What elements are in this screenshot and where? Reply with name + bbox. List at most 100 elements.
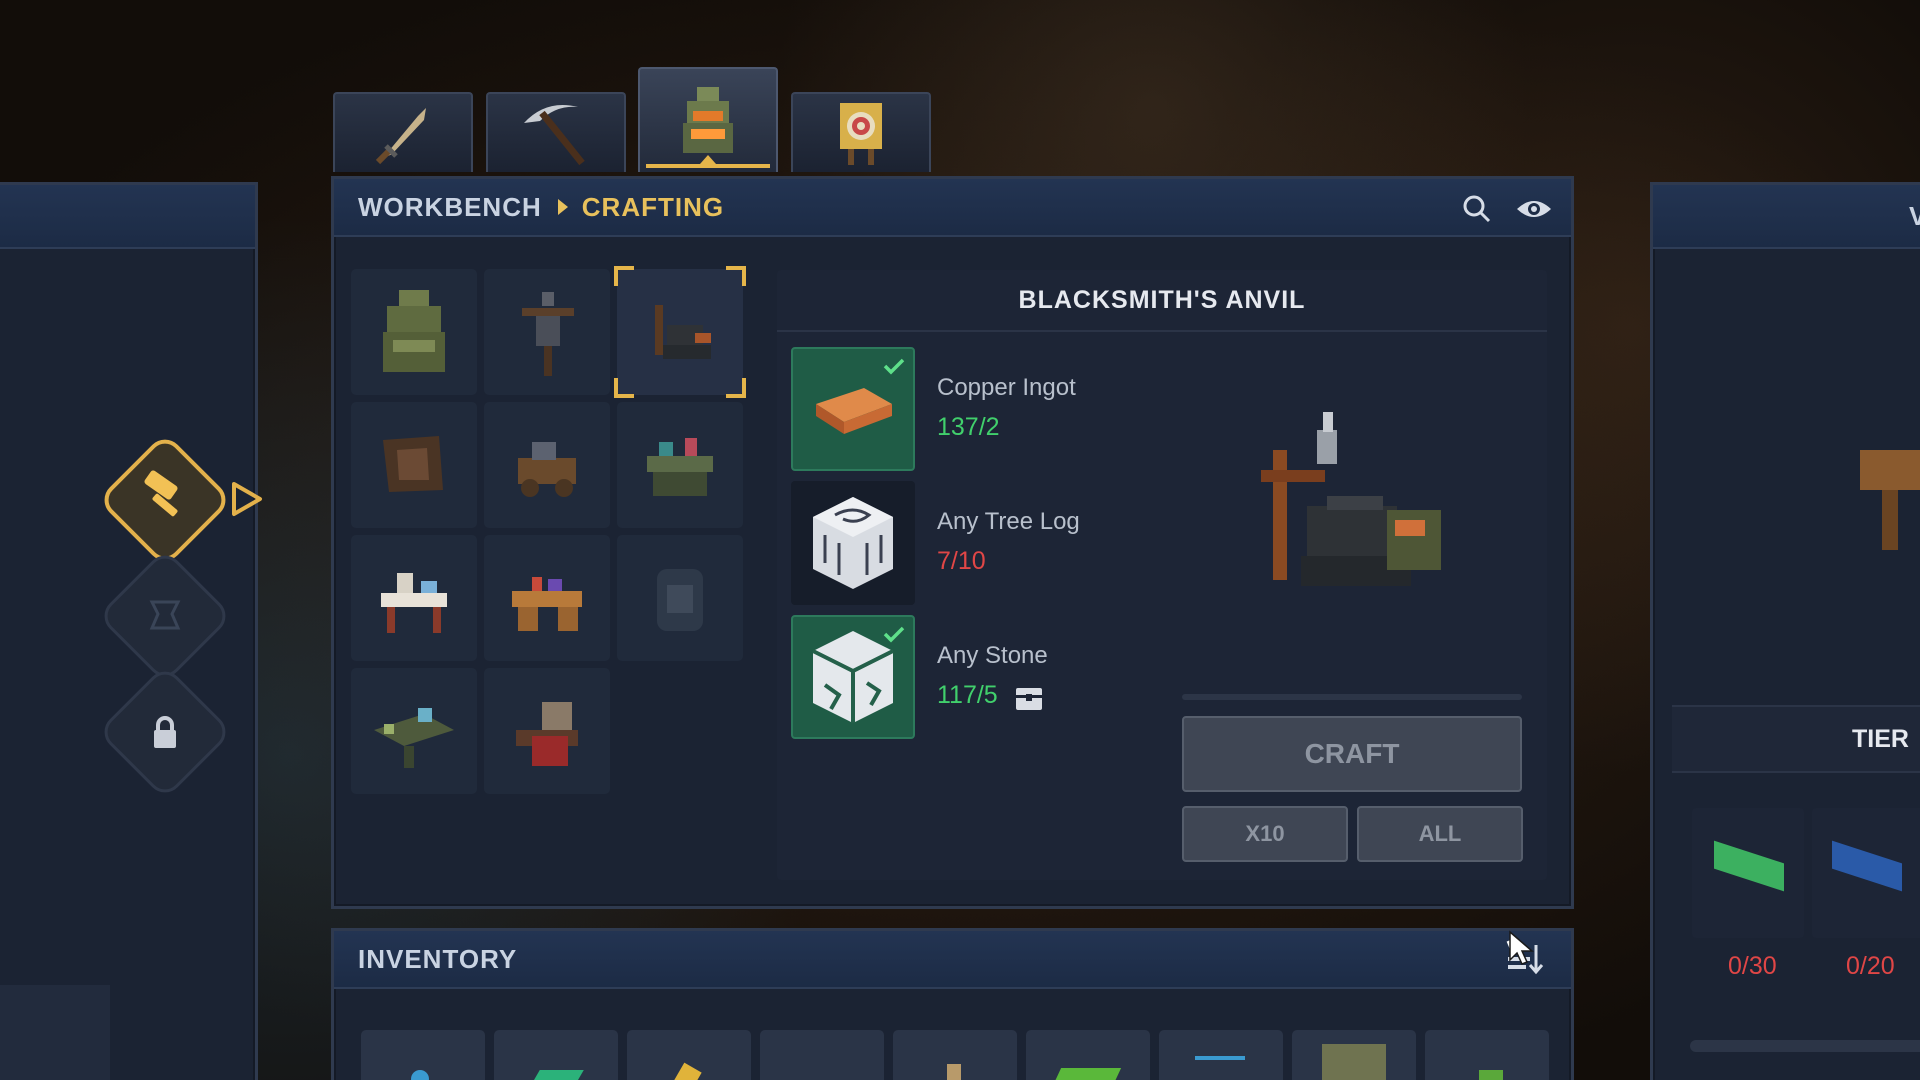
check-icon bbox=[883, 626, 905, 643]
craft-progress-bar bbox=[1182, 694, 1522, 700]
expand-arrow-icon[interactable] bbox=[230, 480, 264, 518]
totem-icon bbox=[149, 600, 181, 630]
tab-weapons[interactable] bbox=[333, 92, 473, 172]
furnace-icon bbox=[657, 569, 703, 631]
breadcrumb-root[interactable]: WORKBENCH bbox=[358, 192, 542, 223]
copper-ingot-icon bbox=[816, 388, 892, 434]
item-icon bbox=[1195, 1056, 1245, 1080]
blue-gem-bar-icon bbox=[1832, 840, 1902, 892]
tab-decorations[interactable] bbox=[791, 92, 931, 172]
crafting-panel-header: WORKBENCH CRAFTING bbox=[334, 179, 1571, 237]
workbench-icon bbox=[383, 290, 445, 372]
tab-tools[interactable] bbox=[486, 92, 626, 172]
storage-chest-icon bbox=[1016, 688, 1042, 710]
item-icon bbox=[528, 1070, 584, 1080]
selection-corner bbox=[614, 378, 634, 398]
ingredient-name: Any Tree Log bbox=[937, 508, 1080, 535]
recipe-slot-furnace[interactable] bbox=[617, 535, 743, 661]
selection-corner bbox=[726, 266, 746, 286]
inventory-slot[interactable] bbox=[1425, 1030, 1549, 1080]
recipe-slot-loom[interactable] bbox=[484, 668, 610, 794]
search-icon[interactable] bbox=[1461, 193, 1493, 225]
inventory-header: INVENTORY bbox=[334, 931, 1571, 989]
ingredient-count: 117/5 bbox=[937, 681, 998, 709]
anvil-preview-image bbox=[1261, 412, 1441, 586]
recipe-slot-scribe-table[interactable] bbox=[351, 668, 477, 794]
inventory-slot[interactable] bbox=[627, 1030, 751, 1080]
item-icon bbox=[1322, 1044, 1386, 1080]
ingredient-name: Any Stone bbox=[937, 642, 1048, 669]
right-progress-bar bbox=[1690, 1040, 1920, 1052]
upgrade-slot-green[interactable] bbox=[1692, 808, 1804, 938]
right-panel-title: V bbox=[1909, 200, 1920, 231]
item-icon bbox=[1479, 1070, 1503, 1080]
right-side-panel: V bbox=[1650, 182, 1920, 1080]
right-panel-header: V bbox=[1653, 185, 1920, 249]
recipe-slot-workbench[interactable] bbox=[351, 269, 477, 395]
recipe-slot-anvil[interactable] bbox=[614, 266, 746, 398]
recipe-slot-wood-cart[interactable] bbox=[484, 402, 610, 528]
ingredient-icon-stone[interactable] bbox=[791, 615, 915, 739]
ingredient-name: Copper Ingot bbox=[937, 374, 1076, 401]
recipe-title: BLACKSMITH'S ANVIL bbox=[777, 270, 1547, 332]
tailor-table-icon bbox=[381, 573, 447, 633]
tier-label: TIER bbox=[1852, 725, 1909, 753]
recipe-slot-tanning-rack[interactable] bbox=[351, 402, 477, 528]
craft-button[interactable]: CRAFT bbox=[1182, 716, 1522, 792]
blacksmiths-anvil-icon bbox=[655, 305, 711, 359]
tanning-rack-icon bbox=[383, 436, 443, 492]
pickaxe-icon bbox=[524, 105, 585, 166]
ingredient-count: 7/10 bbox=[937, 547, 986, 575]
recipe-detail-panel: BLACKSMITH'S ANVIL Copper Ingot 137/2 An… bbox=[777, 270, 1547, 880]
sword-icon bbox=[375, 108, 426, 165]
carpenter-desk-icon bbox=[512, 577, 582, 631]
selection-corner bbox=[726, 378, 746, 398]
craft-x10-button[interactable]: X10 bbox=[1182, 806, 1348, 862]
inventory-slot[interactable] bbox=[893, 1030, 1017, 1080]
inventory-slot[interactable] bbox=[494, 1030, 618, 1080]
check-icon bbox=[883, 358, 905, 375]
ingredient-icon-copper-ingot[interactable] bbox=[791, 347, 915, 471]
selection-corner bbox=[614, 266, 634, 286]
hammer-icon bbox=[144, 470, 178, 517]
recipe-slot-tailor-table[interactable] bbox=[351, 535, 477, 661]
upgrade-slot-blue[interactable] bbox=[1812, 808, 1920, 938]
target-icon bbox=[840, 103, 882, 165]
requirement-count: 0/20 bbox=[1846, 952, 1895, 980]
requirement-count: 0/30 bbox=[1728, 952, 1777, 980]
inventory-slot[interactable] bbox=[1026, 1030, 1150, 1080]
inventory-slot[interactable] bbox=[760, 1030, 884, 1080]
item-icon bbox=[1050, 1068, 1122, 1080]
recipe-slot-carpenter-desk[interactable] bbox=[484, 535, 610, 661]
inventory-slot[interactable] bbox=[361, 1030, 485, 1080]
recipe-slot-alchemy-table[interactable] bbox=[617, 402, 743, 528]
inventory-title: INVENTORY bbox=[358, 943, 518, 974]
breadcrumb-arrow-icon bbox=[557, 199, 568, 215]
left-panel-header bbox=[0, 185, 255, 249]
item-icon bbox=[947, 1064, 961, 1080]
ingredient-count: 137/2 bbox=[937, 413, 1000, 441]
breadcrumb-current: CRAFTING bbox=[581, 191, 725, 222]
lock-icon bbox=[154, 716, 176, 748]
item-icon bbox=[672, 1062, 702, 1080]
workbench-icon bbox=[683, 86, 733, 153]
left-panel-slot bbox=[0, 985, 110, 1080]
inventory-slot[interactable] bbox=[1159, 1030, 1283, 1080]
wood-cart-icon bbox=[518, 442, 576, 497]
loom-icon bbox=[516, 702, 578, 766]
item-icon bbox=[411, 1070, 429, 1080]
scribe-table-icon bbox=[374, 708, 454, 768]
alchemy-table-icon bbox=[647, 438, 713, 496]
tree-log-icon bbox=[813, 497, 893, 589]
item-preview-partial bbox=[1860, 440, 1920, 600]
green-gem-bar-icon bbox=[1714, 840, 1784, 892]
scarecrow-stand-icon bbox=[522, 292, 574, 376]
inventory-slot[interactable] bbox=[1292, 1030, 1416, 1080]
mouse-cursor-icon bbox=[1509, 930, 1534, 965]
recipe-slot-scarecrow[interactable] bbox=[484, 269, 610, 395]
tab-workstations[interactable] bbox=[638, 67, 778, 172]
craft-all-button[interactable]: ALL bbox=[1357, 806, 1523, 862]
tier-bar: TIER bbox=[1672, 705, 1920, 773]
eye-icon[interactable] bbox=[1515, 193, 1553, 225]
ingredient-icon-tree-log[interactable] bbox=[791, 481, 915, 605]
